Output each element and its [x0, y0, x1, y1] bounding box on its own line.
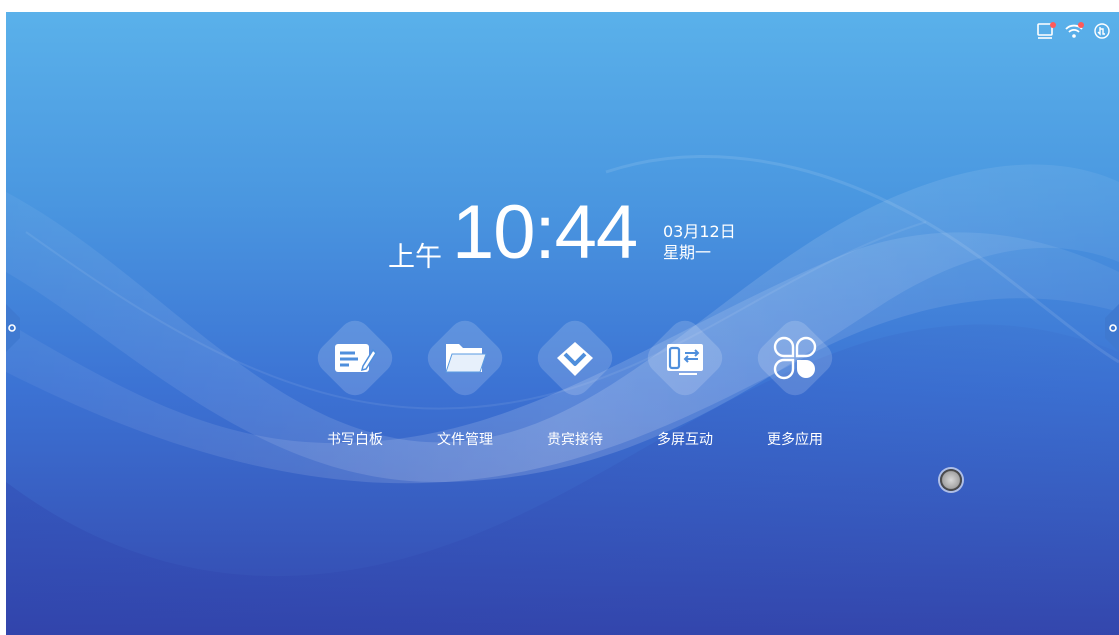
app-file-manager[interactable]: 文件管理 [410, 314, 520, 468]
folder-icon [445, 344, 487, 373]
clock-widget: 上午 10:44 03月12日 星期一 [6, 190, 1119, 285]
app-label: 贵宾接待 [547, 432, 603, 448]
app-label: 更多应用 [767, 432, 823, 448]
app-label: 书写白板 [327, 432, 383, 448]
app-whiteboard[interactable]: 书写白板 [300, 314, 410, 468]
app-tile[interactable] [641, 314, 729, 402]
screen-mirroring-icon [667, 344, 703, 375]
left-side-menu-handle[interactable] [6, 304, 22, 352]
diamond-gem-icon [557, 342, 593, 376]
app-label: 文件管理 [437, 432, 493, 448]
hand-touch-icon[interactable] [1091, 20, 1113, 42]
app-label: 多屏互动 [657, 432, 713, 448]
app-tile[interactable] [421, 314, 509, 402]
ampm-label: 上午 [388, 242, 442, 273]
floating-assist-button[interactable] [940, 469, 962, 491]
right-side-menu-handle[interactable] [1103, 304, 1119, 352]
app-more-apps[interactable]: 更多应用 [740, 314, 850, 468]
app-multi-screen[interactable]: 多屏互动 [630, 314, 740, 468]
cast-icon[interactable] [1035, 20, 1057, 42]
clock-time: 10:44 [452, 190, 638, 275]
app-tile[interactable] [751, 314, 839, 402]
status-bar [1035, 20, 1113, 42]
app-launcher: 书写白板 文件管理 贵宾接待 多屏互动 更多应用 [6, 314, 1119, 468]
whiteboard-pen-icon [335, 344, 377, 372]
wifi-icon[interactable] [1063, 20, 1085, 42]
home-screen: 上午 10:44 03月12日 星期一 书写白板 文件管理 贵宾接待 多屏互动 … [6, 12, 1119, 635]
app-vip-reception[interactable]: 贵宾接待 [520, 314, 630, 468]
app-tile[interactable] [311, 314, 399, 402]
clock-weekday: 星期一 [663, 243, 712, 262]
app-tile[interactable] [531, 314, 619, 402]
apps-grid-icon [773, 336, 817, 380]
